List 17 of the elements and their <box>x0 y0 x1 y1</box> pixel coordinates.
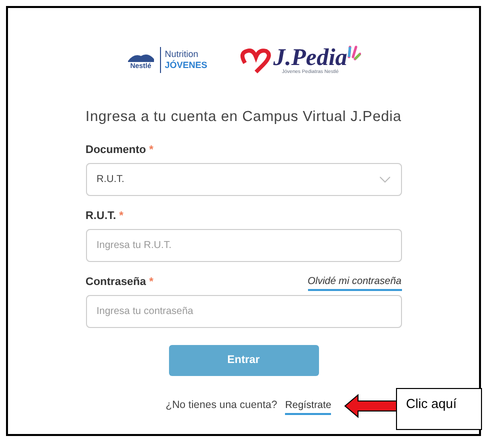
input-field[interactable]: Ingresa tu R.U.T. <box>86 228 402 262</box>
callout-note: Clic aquí <box>396 388 482 430</box>
page-title: Ingresa a tu cuenta en Campus Virtual J.Pedia <box>86 108 402 127</box>
input-field[interactable]: Ingresa tu contraseña <box>86 294 402 328</box>
jpedia-wordmark: J.Pedia <box>273 46 348 70</box>
field-label: Contraseña * <box>86 275 154 290</box>
nutrition-wordmark: Nutrition <box>164 48 200 60</box>
arrow-drawing <box>344 394 398 418</box>
field-label: R.U.T. * <box>86 209 124 224</box>
field-label: Documento * <box>86 143 154 158</box>
register-link[interactable]: Regístrate <box>285 398 332 415</box>
signup-prompt: ¿No tienes una cuenta? <box>166 398 278 414</box>
forgot-password-link[interactable]: Olvidé mi contraseña <box>308 276 402 291</box>
document-select[interactable]: R.U.T. <box>86 162 402 196</box>
jovenes-wordmark: JÓVENES <box>164 60 208 72</box>
chevron-down-icon <box>378 176 390 183</box>
color-strokes-icon <box>347 45 362 63</box>
